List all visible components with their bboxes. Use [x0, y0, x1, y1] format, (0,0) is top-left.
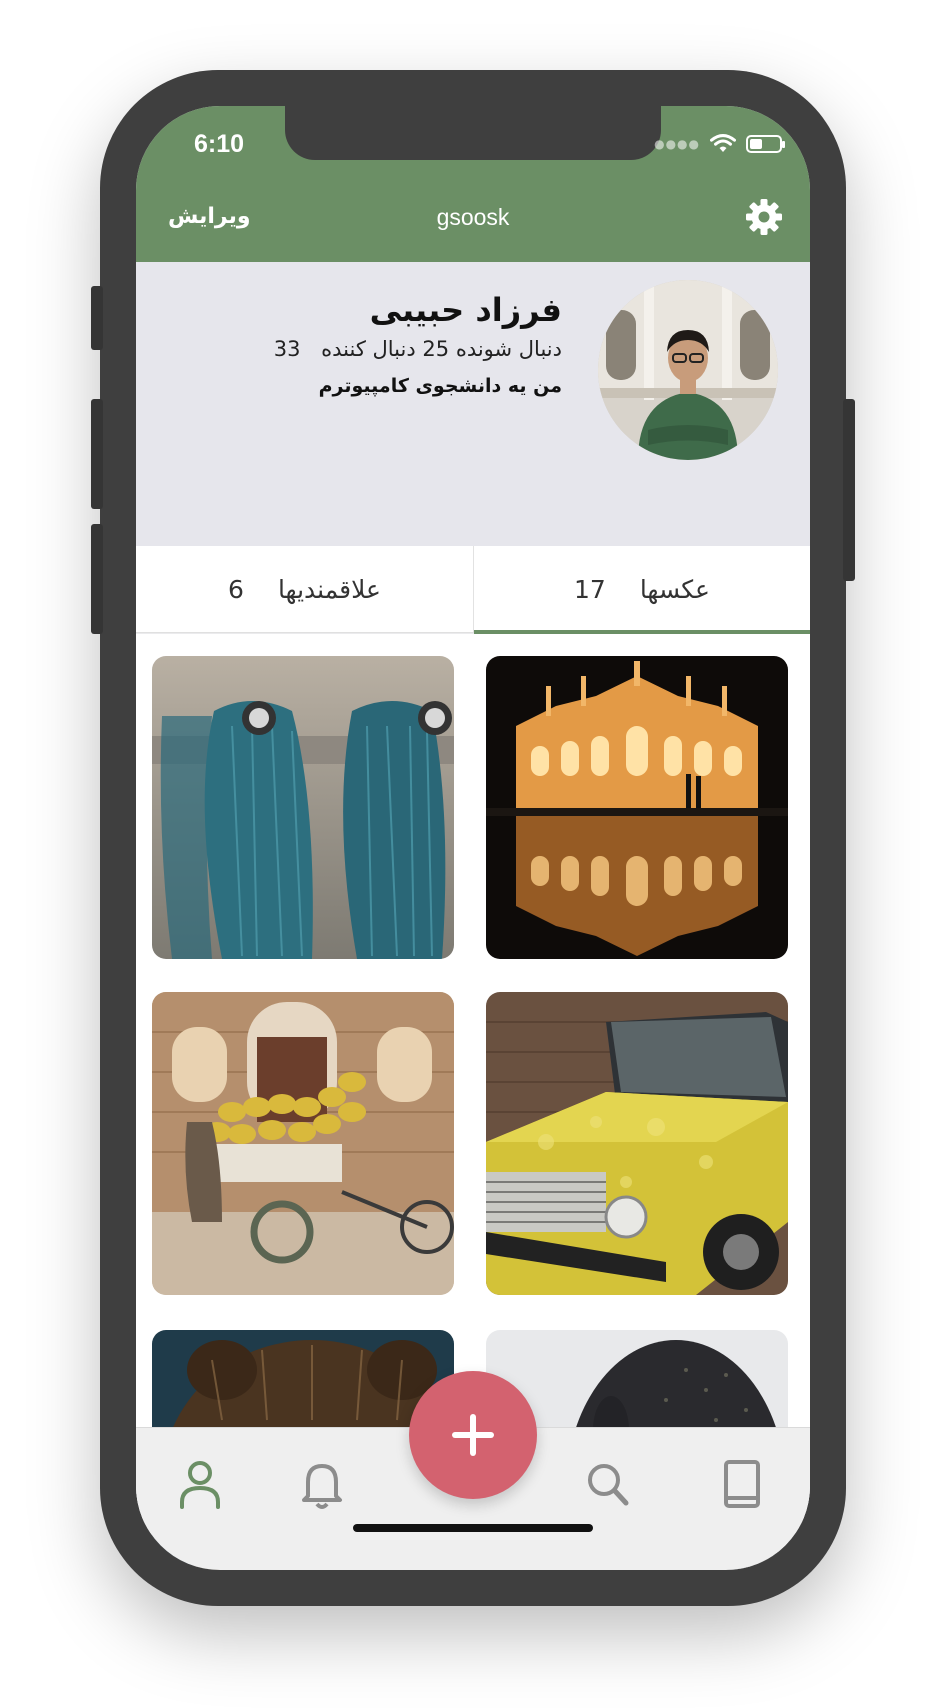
power-button [843, 399, 855, 581]
status-time: 6:10 [194, 130, 245, 158]
photo-tile-banana-cart[interactable] [152, 992, 454, 1295]
tab-photos[interactable]: 17 عکسها [473, 546, 810, 634]
signal-icon: ●●●● [654, 137, 700, 151]
profile-card: فرزاد حبیبی 33 دنبال شونده 25 دنبال کنند… [136, 262, 810, 546]
battery-icon [746, 135, 785, 153]
profile-name: فرزاد حبیبی [369, 291, 562, 329]
notch [285, 106, 661, 160]
home-indicator [353, 1524, 593, 1532]
gear-icon[interactable] [745, 198, 783, 236]
tab-favorites-label: علاقمندیها [277, 575, 381, 604]
profile-info: فرزاد حبیبی 33 دنبال شونده 25 دنبال کنند… [260, 290, 562, 404]
user-icon[interactable] [176, 1458, 224, 1510]
tab-favorites[interactable]: 6 علاقمندیها [136, 546, 473, 633]
screen: 6:10 ●●●● ویرایش gsoosk فرزاد حبیبی 33 د… [136, 106, 810, 1570]
tab-photos-count: 17 [574, 575, 606, 604]
profile-stats: 33 دنبال شونده 25 دنبال کننده [260, 330, 562, 368]
photo-tile-yellow-car[interactable] [486, 992, 788, 1295]
bell-icon[interactable] [298, 1458, 346, 1510]
followers-count[interactable]: 25 دنبال کننده [321, 337, 449, 361]
volume-down-button [91, 524, 103, 634]
photo-tile-yarn[interactable] [152, 656, 454, 959]
mute-switch [91, 286, 103, 350]
profile-tabs: 6 علاقمندیها 17 عکسها [136, 546, 810, 634]
status-icons: ●●●● [654, 134, 785, 154]
phone-frame: 6:10 ●●●● ویرایش gsoosk فرزاد حبیبی 33 د… [91, 70, 855, 1606]
search-icon[interactable] [584, 1458, 632, 1510]
avatar[interactable] [598, 280, 778, 460]
tab-photos-label: عکسها [639, 575, 710, 604]
add-photo-button[interactable] [409, 1371, 537, 1499]
page-title: gsoosk [436, 204, 510, 230]
tab-favorites-count: 6 [228, 575, 244, 604]
wifi-icon [710, 134, 736, 152]
photo-tile-palace[interactable] [486, 656, 788, 959]
volume-up-button [91, 399, 103, 509]
profile-bio: من یه دانشجوی کامپیوترم [318, 375, 562, 397]
header: 6:10 ●●●● ویرایش gsoosk [136, 106, 810, 262]
book-icon[interactable] [718, 1458, 766, 1510]
